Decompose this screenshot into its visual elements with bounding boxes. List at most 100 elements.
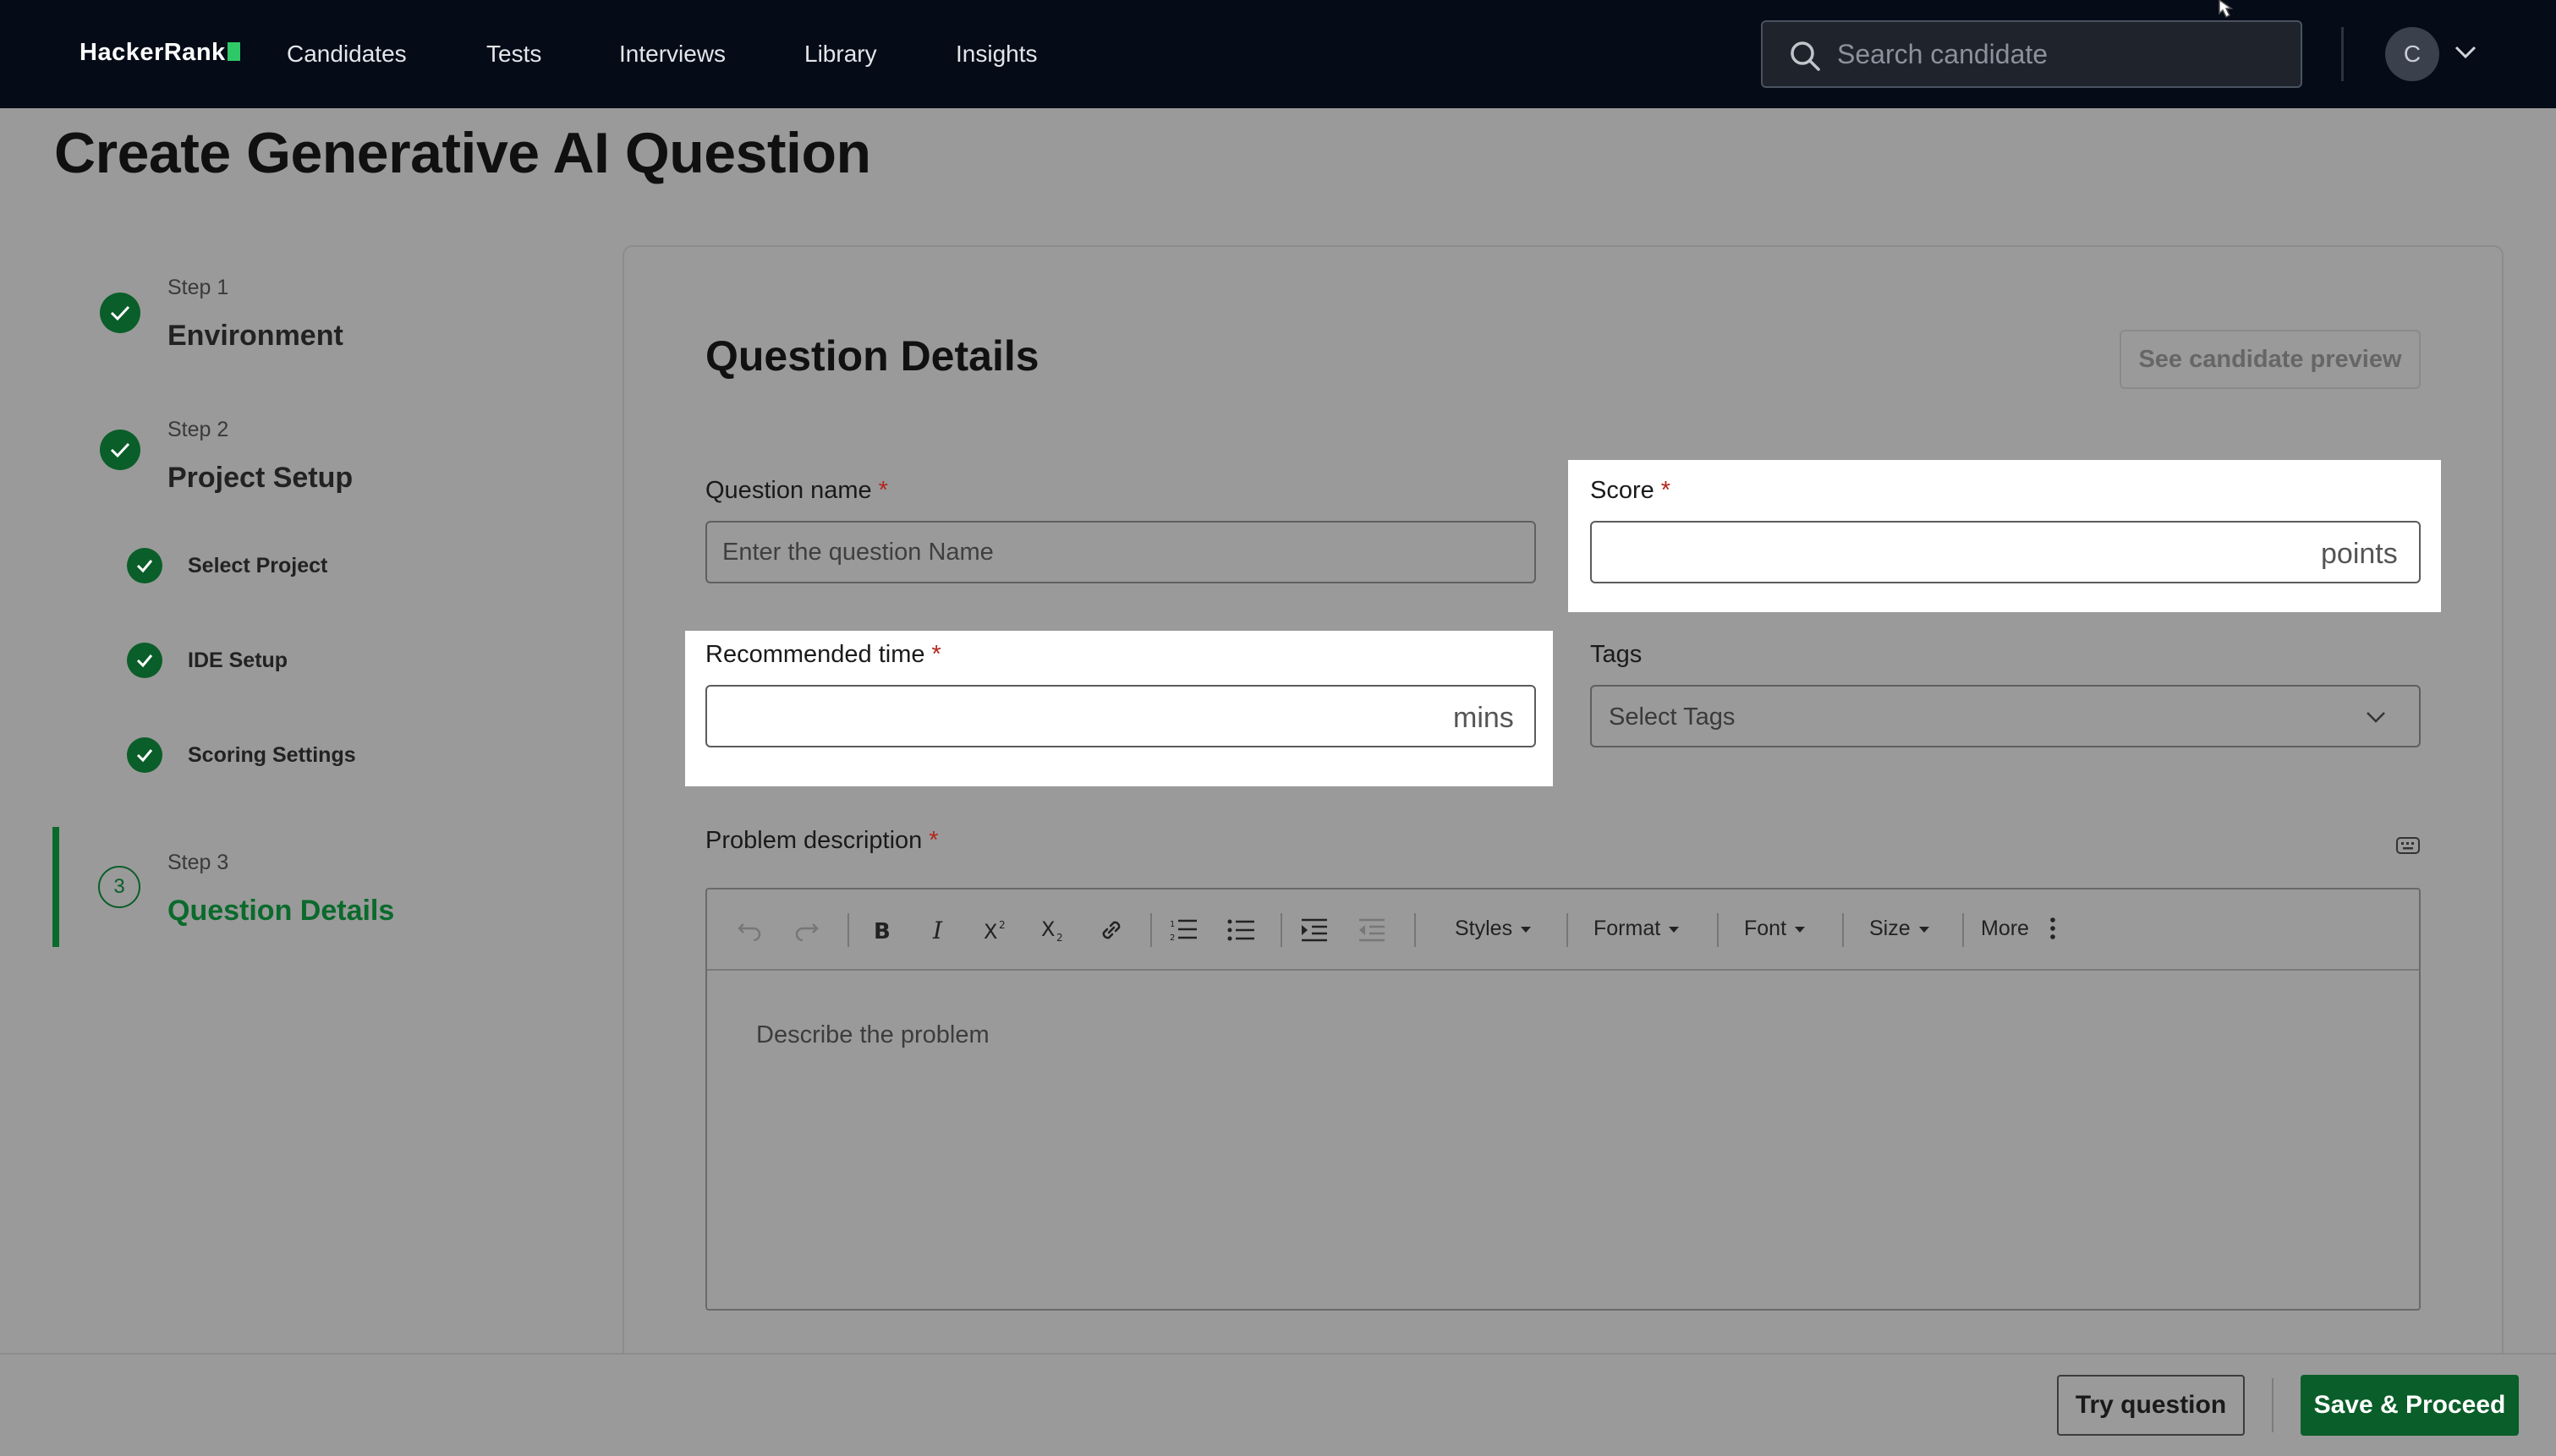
step-2-title[interactable]: Project Setup bbox=[167, 462, 353, 495]
required-marker: * bbox=[1660, 477, 1671, 504]
step-3-label: Step 3 bbox=[167, 851, 229, 874]
toolbar-divider bbox=[1414, 913, 1416, 947]
required-marker: * bbox=[878, 477, 888, 504]
svg-text:B: B bbox=[874, 919, 891, 942]
search-box[interactable] bbox=[1761, 20, 2302, 88]
toolbar-divider bbox=[1566, 913, 1568, 947]
italic-button[interactable]: I bbox=[919, 910, 959, 950]
substep-select-project[interactable]: Select Project bbox=[188, 554, 327, 578]
tags-select[interactable]: Select Tags bbox=[1590, 685, 2421, 747]
question-name-label: Question name * bbox=[705, 477, 888, 504]
substep-check-icon bbox=[127, 548, 162, 583]
toolbar-divider bbox=[1842, 913, 1844, 947]
required-marker: * bbox=[929, 827, 939, 854]
substep-check-icon bbox=[127, 737, 162, 773]
tags-label: Tags bbox=[1590, 641, 1643, 668]
format-dropdown[interactable]: Format bbox=[1593, 917, 1680, 941]
step-1-title[interactable]: Environment bbox=[167, 320, 343, 353]
section-title: Question Details bbox=[705, 332, 1039, 380]
toolbar-divider bbox=[847, 913, 849, 947]
superscript-button[interactable]: X2 bbox=[976, 910, 1017, 950]
step-1-check-icon bbox=[100, 293, 140, 333]
nav-item-library[interactable]: Library bbox=[804, 41, 877, 68]
undo-button[interactable] bbox=[729, 910, 770, 950]
search-icon bbox=[1791, 41, 1820, 71]
step-2-label: Step 2 bbox=[167, 418, 229, 441]
problem-description-label: Problem description * bbox=[705, 827, 939, 854]
keyboard-icon[interactable] bbox=[2395, 835, 2421, 856]
outdent-button[interactable] bbox=[1352, 910, 1392, 950]
svg-text:2: 2 bbox=[999, 919, 1006, 931]
substep-ide-setup[interactable]: IDE Setup bbox=[188, 649, 288, 673]
bullet-list-icon bbox=[1227, 919, 1254, 941]
score-label: Score * bbox=[1590, 477, 1671, 504]
candidate-preview-button[interactable]: See candidate preview bbox=[2120, 330, 2421, 389]
substep-scoring-settings[interactable]: Scoring Settings bbox=[188, 743, 356, 768]
bold-icon: B bbox=[874, 919, 891, 942]
step-3-title[interactable]: Question Details bbox=[167, 895, 394, 928]
nav-divider bbox=[2341, 27, 2344, 81]
more-menu[interactable]: More bbox=[1981, 917, 2057, 941]
subscript-icon: X2 bbox=[1041, 917, 1063, 943]
bold-button[interactable]: B bbox=[861, 910, 902, 950]
ordered-list-icon: 12 bbox=[1170, 919, 1197, 943]
hackerrank-logo[interactable]: HackerRank bbox=[80, 39, 240, 67]
toolbar-divider bbox=[1962, 913, 1964, 947]
top-navbar: HackerRank Candidates Tests Interviews L… bbox=[0, 0, 2556, 108]
footer-divider bbox=[2272, 1378, 2274, 1432]
page-title: Create Generative AI Question bbox=[54, 121, 871, 185]
superscript-icon: X2 bbox=[984, 919, 1006, 942]
substep-check-icon bbox=[127, 643, 162, 678]
svg-text:1: 1 bbox=[1170, 920, 1175, 929]
avatar[interactable]: C bbox=[2385, 27, 2439, 81]
nav-item-interviews[interactable]: Interviews bbox=[619, 41, 726, 68]
more-vertical-icon bbox=[2050, 917, 2055, 939]
svg-text:I: I bbox=[932, 918, 943, 942]
undo-icon bbox=[738, 923, 761, 941]
nav-item-insights[interactable]: Insights bbox=[956, 41, 1038, 68]
rich-text-editor[interactable]: B I X2 X2 12 Styles Format Font Size Mor… bbox=[705, 888, 2421, 1311]
svg-text:X: X bbox=[984, 920, 997, 942]
nav-item-candidates[interactable]: Candidates bbox=[287, 41, 407, 68]
editor-toolbar: B I X2 X2 12 Styles Format Font Size Mor… bbox=[707, 889, 2419, 971]
chevron-down-icon[interactable] bbox=[2453, 44, 2478, 61]
recommended-time-label: Recommended time * bbox=[705, 641, 941, 668]
link-icon bbox=[1102, 921, 1121, 939]
redo-icon bbox=[795, 923, 819, 941]
step-1-label: Step 1 bbox=[167, 276, 229, 299]
subscript-button[interactable]: X2 bbox=[1034, 910, 1074, 950]
tags-placeholder: Select Tags bbox=[1609, 703, 1736, 731]
indent-icon bbox=[1302, 918, 1327, 942]
try-question-button[interactable]: Try question bbox=[2057, 1375, 2245, 1436]
question-name-input[interactable] bbox=[705, 521, 1536, 583]
indent-button[interactable] bbox=[1294, 910, 1335, 950]
font-dropdown[interactable]: Font bbox=[1744, 917, 1806, 941]
score-input[interactable] bbox=[1590, 521, 2421, 583]
styles-dropdown[interactable]: Styles bbox=[1455, 917, 1532, 941]
score-suffix: points bbox=[2321, 538, 2398, 570]
nav-item-tests[interactable]: Tests bbox=[486, 41, 541, 68]
bullet-list-button[interactable] bbox=[1221, 910, 1262, 950]
editor-placeholder: Describe the problem bbox=[756, 1021, 990, 1048]
toolbar-divider bbox=[1281, 913, 1282, 947]
ordered-list-button[interactable]: 12 bbox=[1164, 910, 1204, 950]
step-3-number: 3 bbox=[98, 866, 140, 908]
logo-mark bbox=[227, 42, 240, 61]
search-input[interactable] bbox=[1837, 34, 2277, 74]
toolbar-divider bbox=[1150, 913, 1152, 947]
step-2-check-icon bbox=[100, 430, 140, 470]
redo-button[interactable] bbox=[787, 910, 827, 950]
italic-icon: I bbox=[932, 918, 943, 942]
mouse-cursor-icon bbox=[2219, 0, 2234, 19]
active-step-indicator bbox=[52, 827, 59, 947]
size-dropdown[interactable]: Size bbox=[1869, 917, 1929, 941]
link-button[interactable] bbox=[1091, 910, 1132, 950]
toolbar-divider bbox=[1717, 913, 1719, 947]
required-marker: * bbox=[931, 641, 941, 668]
svg-text:2: 2 bbox=[1056, 932, 1063, 943]
recommended-time-suffix: mins bbox=[1453, 702, 1514, 734]
chevron-down-icon bbox=[2367, 712, 2385, 723]
svg-text:2: 2 bbox=[1170, 933, 1175, 943]
recommended-time-input[interactable] bbox=[705, 685, 1536, 747]
save-proceed-button[interactable]: Save & Proceed bbox=[2301, 1375, 2519, 1436]
